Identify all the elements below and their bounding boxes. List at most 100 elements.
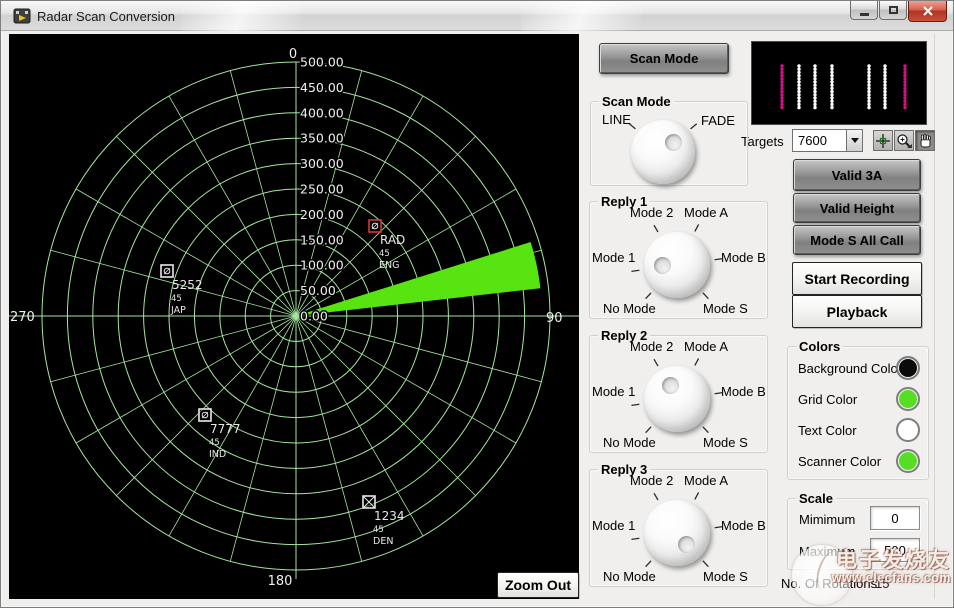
mode-s-all-call-button[interactable]: Mode S All Call: [793, 225, 921, 255]
combo-dropdown-button[interactable]: [846, 130, 862, 151]
watermark-line2: www.elecfans.com: [813, 572, 951, 586]
svg-text:45: 45: [209, 438, 220, 448]
background-color-swatch[interactable]: [896, 356, 920, 380]
scan-mode-group: Scan Mode LINE FADE: [590, 101, 748, 186]
minimize-icon: [860, 13, 869, 16]
svg-text:1234: 1234: [374, 509, 405, 523]
mode2-label: Mode 2: [630, 339, 673, 354]
svg-text:450.00: 450.00: [300, 80, 344, 95]
svg-text:45: 45: [171, 294, 182, 304]
window-title: Radar Scan Conversion: [37, 9, 175, 24]
knob-indicator: [678, 536, 695, 553]
grid-color-label: Grid Color: [798, 392, 857, 407]
noMode-label: No Mode: [603, 301, 656, 316]
radar-grid: 0.00 50.00 100.00 150.00 200.00 250.00 300.00 3…: [9, 34, 579, 599]
zoom-tool-button[interactable]: [894, 130, 914, 151]
background-color-label: Background Color: [798, 361, 902, 376]
scan-mode-button[interactable]: Scan Mode: [599, 43, 729, 74]
scan-mode-group-title: Scan Mode: [599, 94, 674, 109]
svg-text:50.00: 50.00: [300, 283, 336, 298]
maximize-button[interactable]: [879, 1, 907, 20]
valid-height-button[interactable]: Valid Height: [793, 193, 921, 223]
target-display-dots: [752, 42, 926, 124]
app-window: Radar Scan Conversion 0.00 50.00 100.00 150…: [0, 0, 954, 608]
svg-text:270: 270: [10, 310, 35, 325]
svg-text:45: 45: [379, 249, 390, 259]
mode2-label: Mode 2: [630, 473, 673, 488]
cursor-tool-button[interactable]: [873, 130, 893, 151]
noMode-label: No Mode: [603, 435, 656, 450]
svg-text:250.00: 250.00: [300, 182, 344, 197]
svg-text:90: 90: [546, 311, 563, 326]
zoom-out-button[interactable]: Zoom Out: [497, 572, 579, 598]
svg-text:400.00: 400.00: [300, 105, 344, 120]
reply2-knob[interactable]: [644, 366, 710, 432]
targets-combo[interactable]: 7600: [792, 129, 863, 152]
text-color-swatch[interactable]: [896, 418, 920, 442]
svg-text:5252: 5252: [172, 278, 203, 292]
close-button[interactable]: [908, 1, 947, 22]
mode1-label: Mode 1: [592, 518, 635, 533]
reply1-group: Reply 1 Mode 2 Mode A Mode 1 Mode B No M…: [589, 201, 768, 319]
radar-plot[interactable]: 0.00 50.00 100.00 150.00 200.00 250.00 300.00 3…: [9, 34, 579, 599]
chevron-down-icon: [851, 138, 859, 143]
reply2-group: Reply 2 Mode 2 Mode A Mode 1 Mode B No M…: [589, 335, 768, 453]
modeB-label: Mode B: [721, 384, 766, 399]
line-label: LINE: [602, 112, 631, 127]
minimize-button[interactable]: [850, 1, 878, 20]
noMode-label: No Mode: [603, 569, 656, 584]
svg-text:300.00: 300.00: [300, 156, 344, 171]
mode1-label: Mode 1: [592, 250, 635, 265]
scanner-color-swatch[interactable]: [896, 449, 920, 473]
modeB-label: Mode B: [721, 250, 766, 265]
svg-text:180: 180: [268, 574, 293, 589]
minimum-label: Mimimum: [799, 512, 855, 527]
watermark: 电子发烧友 www.elecfans.com: [813, 549, 951, 586]
scanner-color-label: Scanner Color: [798, 454, 881, 469]
colors-group-title: Colors: [796, 339, 843, 354]
scan-mode-knob[interactable]: [631, 120, 695, 184]
svg-text:7777: 7777: [210, 422, 241, 436]
svg-text:100.00: 100.00: [300, 258, 344, 273]
svg-text:ENG: ENG: [379, 260, 399, 271]
grid-color-swatch[interactable]: [896, 387, 920, 411]
pan-hand-icon: [916, 132, 934, 150]
modeB-label: Mode B: [721, 518, 766, 533]
start-recording-button[interactable]: Start Recording: [792, 262, 922, 295]
titlebar-gloss: [181, 1, 301, 31]
reply3-knob[interactable]: [644, 500, 710, 566]
valid-3a-button[interactable]: Valid 3A: [793, 159, 921, 191]
knob-indicator: [665, 134, 682, 151]
modeA-label: Mode A: [684, 473, 728, 488]
modeS-label: Mode S: [703, 569, 748, 584]
titlebar[interactable]: Radar Scan Conversion: [1, 1, 953, 31]
svg-text:200.00: 200.00: [300, 207, 344, 222]
modeS-label: Mode S: [703, 301, 748, 316]
knob-indicator: [662, 377, 679, 394]
mode2-label: Mode 2: [630, 205, 673, 220]
targets-value: 7600: [793, 130, 846, 151]
reply3-group: Reply 3 Mode 2 Mode A Mode 1 Mode B No M…: [589, 469, 768, 587]
svg-text:0.00: 0.00: [300, 309, 328, 324]
pan-tool-button[interactable]: [915, 130, 935, 151]
modeS-label: Mode S: [703, 435, 748, 450]
text-color-label: Text Color: [798, 423, 857, 438]
fade-label: FADE: [701, 113, 735, 128]
svg-text:150.00: 150.00: [300, 232, 344, 247]
scale-group-title: Scale: [796, 491, 836, 506]
target-display[interactable]: [751, 41, 927, 125]
svg-text:350.00: 350.00: [300, 131, 344, 146]
app-icon: [13, 7, 31, 25]
modeA-label: Mode A: [684, 205, 728, 220]
minimum-value-field[interactable]: 0: [870, 506, 920, 530]
svg-text:RAD: RAD: [380, 233, 405, 247]
watermark-line1: 电子发烧友: [813, 549, 951, 572]
playback-button[interactable]: Playback: [792, 295, 922, 328]
crosshair-icon: [874, 132, 892, 150]
reply1-knob[interactable]: [644, 232, 710, 298]
mode1-label: Mode 1: [592, 384, 635, 399]
close-icon: [922, 5, 934, 17]
titlebar-gloss: [521, 1, 641, 31]
knob-indicator: [654, 257, 671, 274]
svg-text:DEN: DEN: [373, 536, 393, 547]
